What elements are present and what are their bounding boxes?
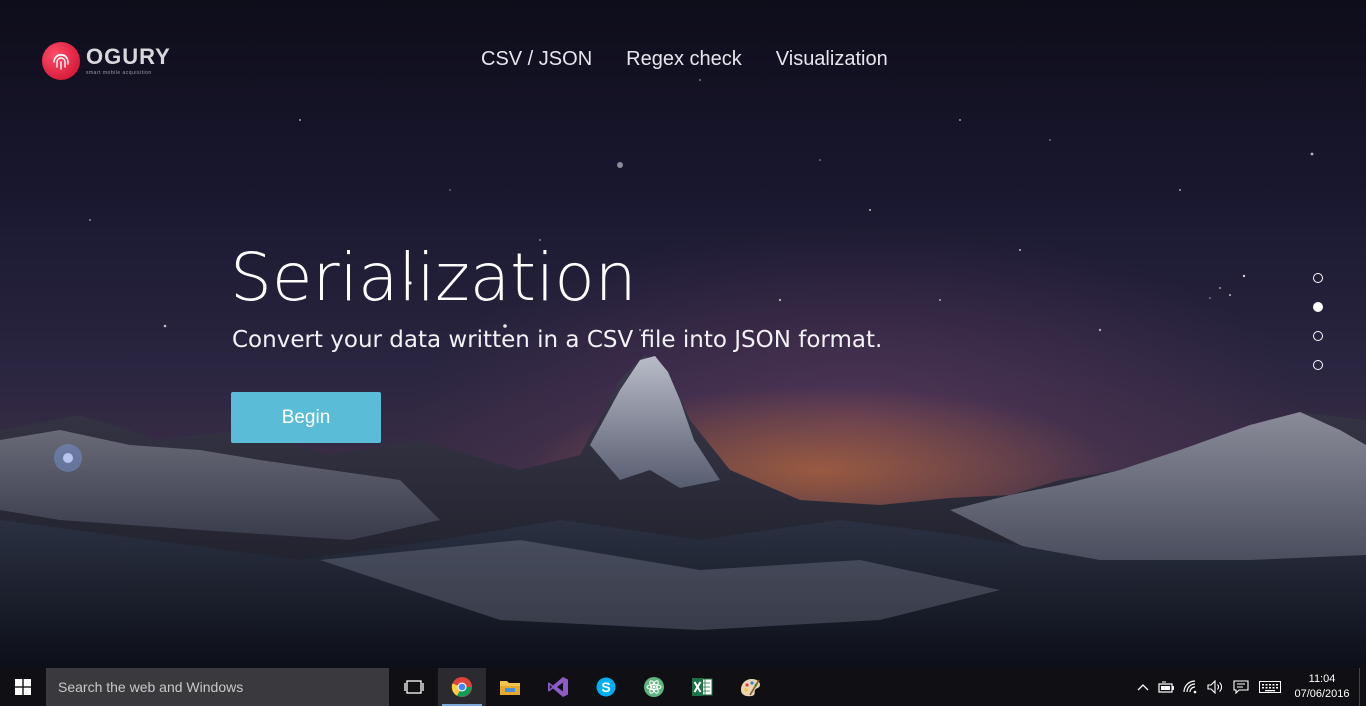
- volume-button[interactable]: [1203, 668, 1227, 706]
- wifi-icon: [1183, 680, 1197, 694]
- battery-icon: [1158, 681, 1174, 693]
- touch-keyboard-button[interactable]: [1255, 668, 1285, 706]
- search-placeholder: Search the web and Windows: [58, 679, 244, 695]
- pager-dot-2-active[interactable]: [1313, 302, 1323, 312]
- clock-date: 07/06/2016: [1294, 688, 1350, 700]
- pager-dot-1[interactable]: [1313, 273, 1323, 283]
- atom-icon: [644, 677, 664, 697]
- windows-taskbar: Search the web and Windows S 11:04 07/06…: [0, 668, 1366, 706]
- task-view-icon: [404, 680, 424, 694]
- excel-icon: [692, 678, 713, 696]
- nav-link-csv-json[interactable]: CSV / JSON: [481, 46, 592, 72]
- taskbar-app-file-explorer[interactable]: [486, 668, 534, 706]
- visual-studio-icon: [548, 677, 568, 697]
- fingerprint-icon: [42, 42, 80, 80]
- taskbar-app-excel[interactable]: [678, 668, 726, 706]
- notification-icon: [1233, 680, 1249, 694]
- battery-button[interactable]: [1155, 668, 1179, 706]
- show-desktop-button[interactable]: [1359, 668, 1366, 706]
- logo-tagline: smart mobile acquisition: [86, 70, 152, 76]
- show-hidden-icons-button[interactable]: [1131, 668, 1155, 706]
- start-button[interactable]: [0, 668, 46, 706]
- paint-icon: [741, 679, 760, 697]
- ogury-logo[interactable]: OGURY smart mobile acquisition: [42, 42, 171, 80]
- pager-dot-4[interactable]: [1313, 360, 1323, 370]
- skype-icon: S: [596, 677, 616, 697]
- logo-wordmark: OGURY smart mobile acquisition: [86, 44, 171, 77]
- taskbar-clock[interactable]: 11:04 07/06/2016: [1285, 672, 1359, 702]
- file-explorer-icon: [500, 681, 520, 695]
- top-nav: CSV / JSON Regex check Visualization: [481, 46, 922, 72]
- clock-time: 11:04: [1308, 673, 1336, 685]
- nav-link-visualization[interactable]: Visualization: [776, 46, 888, 72]
- task-view-button[interactable]: [390, 668, 438, 706]
- taskbar-app-chrome[interactable]: [438, 668, 486, 706]
- taskbar-app-skype[interactable]: S: [582, 668, 630, 706]
- chevron-up-icon: [1137, 684, 1149, 691]
- system-tray: 11:04 07/06/2016: [1131, 668, 1366, 706]
- logo-name: OGURY: [86, 44, 171, 69]
- keyboard-icon: [1259, 681, 1281, 693]
- chrome-icon: [451, 677, 472, 697]
- section-pager: [1313, 273, 1323, 389]
- svg-text:S: S: [601, 679, 610, 695]
- network-button[interactable]: [1179, 668, 1203, 706]
- taskbar-app-visual-studio[interactable]: [534, 668, 582, 706]
- taskbar-app-paint[interactable]: [726, 668, 774, 706]
- hero-title: Serialization: [230, 239, 637, 316]
- action-center-button[interactable]: [1227, 668, 1255, 706]
- begin-button[interactable]: Begin: [231, 392, 381, 443]
- taskbar-app-atom[interactable]: [630, 668, 678, 706]
- nav-link-regex-check[interactable]: Regex check: [626, 46, 742, 72]
- speaker-icon: [1207, 680, 1222, 694]
- browser-page: OGURY smart mobile acquisition CSV / JSO…: [0, 0, 1366, 706]
- pager-dot-3[interactable]: [1313, 331, 1323, 341]
- windows-logo-icon: [15, 679, 31, 695]
- hero-subtitle: Convert your data written in a CSV file …: [232, 327, 883, 353]
- taskbar-search-input[interactable]: Search the web and Windows: [46, 668, 389, 706]
